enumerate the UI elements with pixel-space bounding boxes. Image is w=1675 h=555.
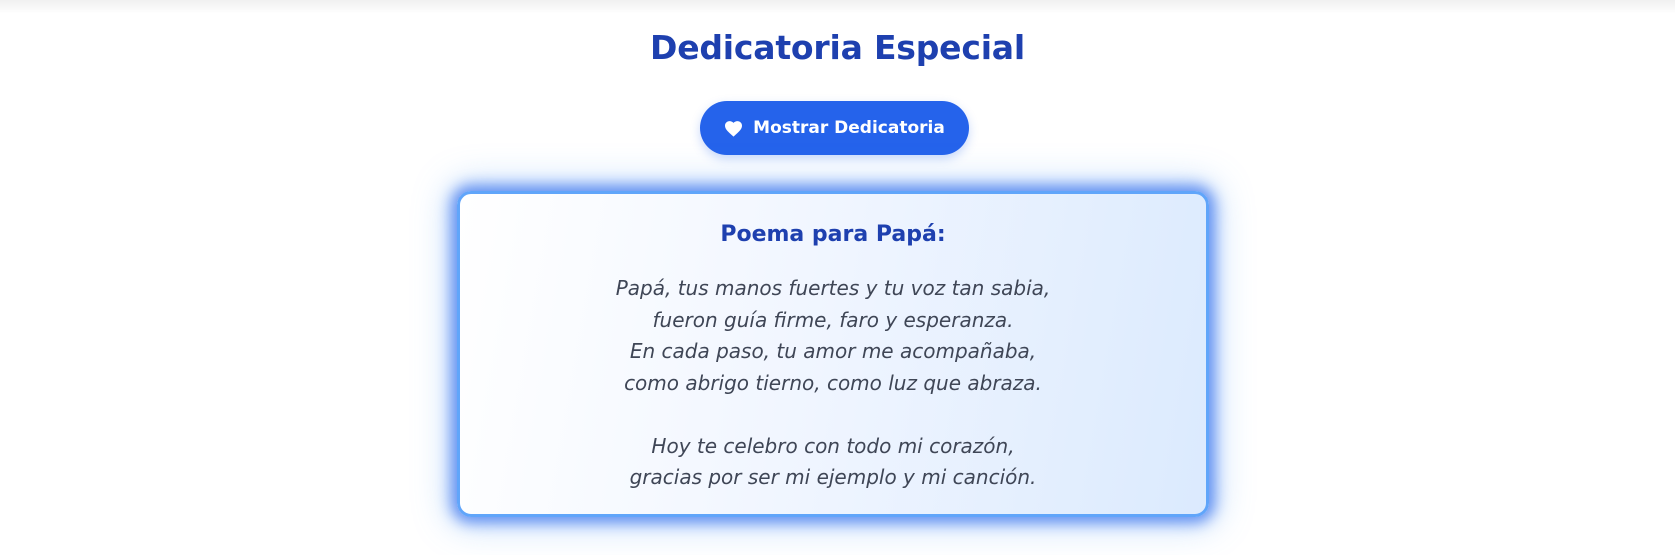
page: Dedicatoria Especial Mostrar Dedicatoria… [0, 0, 1675, 555]
poem-line: Papá, tus manos fuertes y tu voz tan sab… [615, 276, 1051, 300]
poem-line: En cada paso, tu amor me acompañaba, [629, 339, 1037, 363]
stanza-break [460, 399, 1206, 431]
poem-line: como abrigo tierno, como luz que abraza. [624, 370, 1042, 395]
poem-line: fueron guía firme, faro y esperanza. [652, 307, 1014, 332]
poem-line: Hoy te celebro con todo mi corazón, [651, 433, 1015, 458]
poem-line: gracias por ser mi ejemplo y mi canción. [629, 465, 1037, 489]
show-dedication-button[interactable]: Mostrar Dedicatoria [700, 101, 969, 155]
poem-title: Poema para Papá: [720, 222, 946, 247]
dedication-card: Poema para Papá: Papá, tus manos fuertes… [457, 191, 1209, 517]
poem-body: Papá, tus manos fuertes y tu voz tan sab… [460, 273, 1206, 494]
heart-icon [724, 120, 743, 137]
top-shadow [0, 0, 1675, 14]
button-label: Mostrar Dedicatoria [753, 118, 945, 138]
page-title: Dedicatoria Especial [650, 28, 1025, 67]
